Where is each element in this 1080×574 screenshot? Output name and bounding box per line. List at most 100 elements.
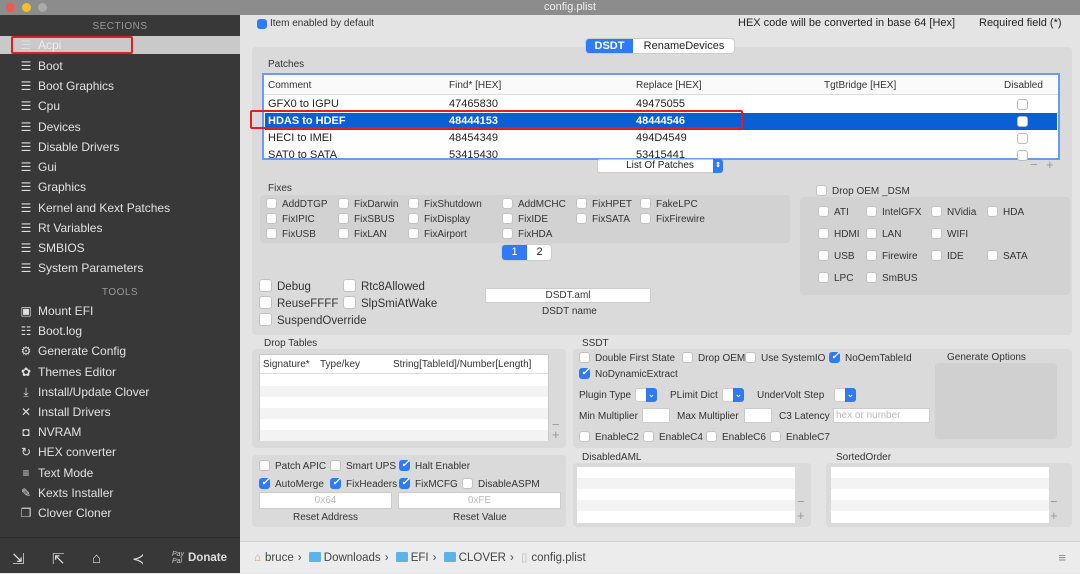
sorted-order-list[interactable] xyxy=(831,467,1049,523)
fixshutdown-checkbox[interactable]: FixShutdown xyxy=(408,198,482,211)
dsm-ati-checkbox[interactable]: ATI xyxy=(818,206,849,219)
enablec4-checkbox[interactable]: EnableC4 xyxy=(643,431,703,444)
sidebar-item-rt-variables[interactable]: ☰ Rt Variables xyxy=(18,219,103,237)
dsm-firewire-checkbox[interactable]: Firewire xyxy=(866,250,918,263)
nooemtableid-checkbox[interactable]: NoOemTableId xyxy=(829,351,912,365)
col-signature[interactable]: Signature* xyxy=(263,359,310,370)
plugin-type-select[interactable]: ⌄ xyxy=(635,388,657,402)
disableaspm-checkbox[interactable]: DisableASPM xyxy=(462,478,540,491)
reset-address-input[interactable]: 0x64 xyxy=(259,492,392,509)
col-tgtbridge[interactable]: TgtBridge [HEX] xyxy=(824,80,896,91)
breadcrumb-item[interactable]: bruce xyxy=(265,552,294,564)
disabled-checkbox[interactable] xyxy=(1017,150,1028,161)
halt-enabler-checkbox[interactable]: Halt Enabler xyxy=(399,459,470,473)
plimit-select[interactable]: ⌄ xyxy=(722,388,744,402)
page-2-button[interactable]: 2 xyxy=(527,245,552,260)
dsdt-name-input[interactable]: DSDT.aml xyxy=(485,288,651,303)
col-find[interactable]: Find* [HEX] xyxy=(449,80,501,91)
fixsata-checkbox[interactable]: FixSATA xyxy=(576,213,630,226)
export-icon[interactable]: ⇱ xyxy=(52,550,65,568)
sidebar-item-cpu[interactable]: ☰ Cpu xyxy=(18,97,60,115)
breadcrumb-item[interactable]: Downloads xyxy=(324,552,381,564)
addmchc-checkbox[interactable]: AddMCHC xyxy=(502,198,566,211)
sidebar-item-system-parameters[interactable]: ☰ System Parameters xyxy=(18,259,144,277)
adddtgp-checkbox[interactable]: AddDTGP xyxy=(266,198,328,211)
remove-disabled-aml-button[interactable]: − xyxy=(797,494,805,509)
dsm-lan-checkbox[interactable]: LAN xyxy=(866,228,901,241)
tool-item-install-drivers[interactable]: ✕ Install Drivers xyxy=(18,403,111,421)
sidebar-item-boot[interactable]: ☰ Boot xyxy=(18,57,63,75)
undervolt-select[interactable]: ⌄ xyxy=(834,388,856,402)
table-row[interactable]: HECI to IMEI 48454349 494D4549 xyxy=(265,130,1057,147)
slpsmiatwake-checkbox[interactable]: SlpSmiAtWake xyxy=(343,296,437,310)
fixdarwin-checkbox[interactable]: FixDarwin xyxy=(338,198,398,211)
add-table-button[interactable]: + xyxy=(552,427,560,442)
sidebar-item-disable-drivers[interactable]: ☰ Disable Drivers xyxy=(18,138,120,156)
dsm-nvidia-checkbox[interactable]: NVidia xyxy=(931,206,976,219)
fixsbus-checkbox[interactable]: FixSBUS xyxy=(338,213,395,226)
col-disabled[interactable]: Disabled xyxy=(1004,80,1043,91)
tool-item-boot-log[interactable]: ☷ Boot.log xyxy=(18,322,82,340)
enablec6-checkbox[interactable]: EnableC6 xyxy=(706,431,766,444)
dsm-ide-checkbox[interactable]: IDE xyxy=(931,250,964,263)
fixide-checkbox[interactable]: FixIDE xyxy=(502,213,548,226)
tool-item-text-mode[interactable]: ≡ Text Mode xyxy=(18,464,93,482)
fixipic-checkbox[interactable]: FixIPIC xyxy=(266,213,315,226)
zoom-button[interactable] xyxy=(38,3,47,12)
fixhda-checkbox[interactable]: FixHDA xyxy=(502,228,552,241)
max-multiplier-input[interactable] xyxy=(744,408,772,423)
reuseffff-checkbox[interactable]: ReuseFFFF xyxy=(259,296,338,310)
nodynamicextract-checkbox[interactable]: NoDynamicExtract xyxy=(579,367,678,381)
list-of-patches-popup[interactable]: List Of Patches ⇕ xyxy=(597,159,723,173)
patch-apic-checkbox[interactable]: Patch APIC xyxy=(259,460,326,473)
sidebar-item-graphics[interactable]: ☰ Graphics xyxy=(18,178,86,196)
col-replace[interactable]: Replace [HEX] xyxy=(636,80,702,91)
breadcrumb-item[interactable]: config.plist xyxy=(531,552,585,564)
add-sorted-order-button[interactable]: + xyxy=(1050,508,1058,523)
tool-item-generate-config[interactable]: ⚙ Generate Config xyxy=(18,342,126,360)
breadcrumb-item[interactable]: EFI xyxy=(411,552,429,564)
share-icon[interactable]: ≺ xyxy=(132,550,145,568)
fixfirewire-checkbox[interactable]: FixFirewire xyxy=(640,213,705,226)
rtc8allowed-checkbox[interactable]: Rtc8Allowed xyxy=(343,279,425,293)
min-multiplier-input[interactable] xyxy=(642,408,670,423)
minimize-button[interactable] xyxy=(22,3,31,12)
dsm-wifi-checkbox[interactable]: WIFI xyxy=(931,228,968,241)
disabled-checkbox[interactable] xyxy=(1017,116,1028,127)
remove-sorted-order-button[interactable]: − xyxy=(1050,494,1058,509)
fixdisplay-checkbox[interactable]: FixDisplay xyxy=(408,213,470,226)
fixheaders-checkbox[interactable]: FixHeaders xyxy=(330,477,397,491)
home-icon[interactable]: ⌂ xyxy=(92,550,101,567)
dsm-intelgfx-checkbox[interactable]: IntelGFX xyxy=(866,206,921,219)
c3-latency-input[interactable]: hex or number xyxy=(833,408,930,423)
sidebar-item-devices[interactable]: ☰ Devices xyxy=(18,118,81,136)
sidebar-item-kernel-and-kext-patches[interactable]: ☰ Kernel and Kext Patches xyxy=(18,199,170,217)
debug-checkbox[interactable]: Debug xyxy=(259,279,311,293)
double-first-state-checkbox[interactable]: Double First State xyxy=(579,352,675,365)
sidebar-item-boot-graphics[interactable]: ☰ Boot Graphics xyxy=(18,77,114,95)
import-icon[interactable]: ⇲ xyxy=(12,550,25,568)
tool-item-install-update-clover[interactable]: ⤓ Install/Update Clover xyxy=(18,383,149,401)
col-comment[interactable]: Comment xyxy=(268,80,311,91)
use-systemio-checkbox[interactable]: Use SystemIO xyxy=(745,352,825,365)
tab-rename-devices[interactable]: RenameDevices xyxy=(633,39,735,53)
add-disabled-aml-button[interactable]: + xyxy=(797,508,805,523)
dsm-sata-checkbox[interactable]: SATA xyxy=(987,250,1028,263)
close-button[interactable] xyxy=(6,3,15,12)
fakelpc-checkbox[interactable]: FakeLPC xyxy=(640,198,698,211)
tab-dsdt[interactable]: DSDT xyxy=(586,39,633,53)
remove-patch-button[interactable]: − xyxy=(1030,157,1038,172)
smart-ups-checkbox[interactable]: Smart UPS xyxy=(330,460,396,473)
fixusb-checkbox[interactable]: FixUSB xyxy=(266,228,316,241)
disabled-checkbox[interactable] xyxy=(1017,133,1028,144)
tool-item-nvram[interactable]: ◘ NVRAM xyxy=(18,423,81,441)
tool-item-hex-converter[interactable]: ↻ HEX converter xyxy=(18,443,116,461)
disabled-checkbox[interactable] xyxy=(1017,99,1028,110)
page-1-button[interactable]: 1 xyxy=(502,245,527,260)
donate-button[interactable]: Donate xyxy=(188,552,227,564)
col-string[interactable]: String[TableId]/Number[Length] xyxy=(393,359,531,370)
dsm-lpc-checkbox[interactable]: LPC xyxy=(818,272,853,285)
fixlan-checkbox[interactable]: FixLAN xyxy=(338,228,387,241)
fixairport-checkbox[interactable]: FixAirport xyxy=(408,228,467,241)
tool-item-themes-editor[interactable]: ✿ Themes Editor xyxy=(18,363,116,381)
